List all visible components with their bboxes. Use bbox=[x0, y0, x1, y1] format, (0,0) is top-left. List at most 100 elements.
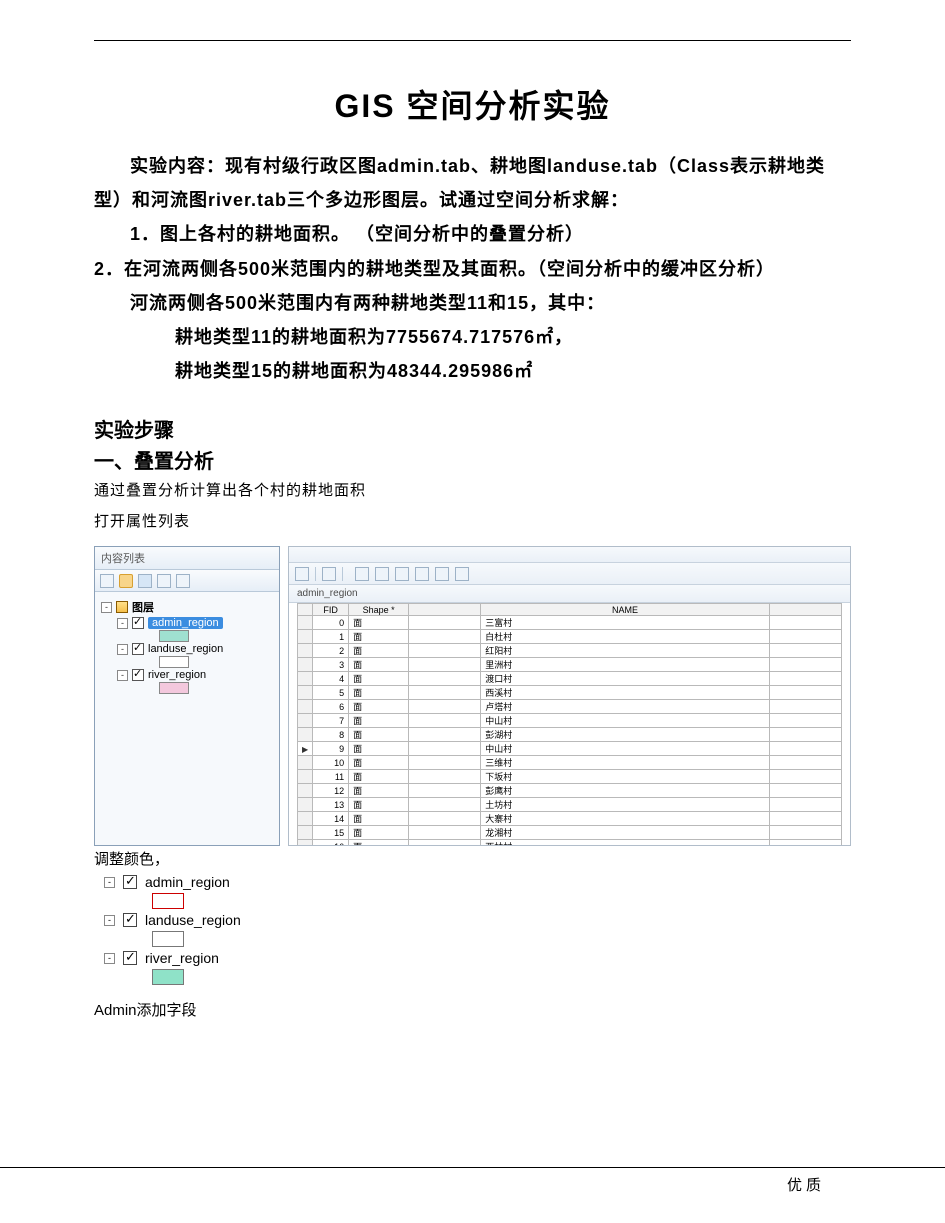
layer-landuse-region[interactable]: landuse_region bbox=[148, 643, 223, 655]
layer-admin-region[interactable]: admin_region bbox=[148, 617, 223, 629]
cell-empty bbox=[769, 700, 841, 714]
expand-icon[interactable]: - bbox=[117, 670, 128, 681]
toolbar-icon-5[interactable] bbox=[395, 567, 409, 581]
attr-titlebar bbox=[289, 547, 850, 563]
intro-label: 实验内容： bbox=[130, 156, 225, 176]
cell-fid: 8 bbox=[313, 728, 349, 742]
tool-icon-2[interactable] bbox=[176, 574, 190, 588]
cell-empty bbox=[769, 770, 841, 784]
cell-name: 彭湖村 bbox=[481, 728, 770, 742]
table-row[interactable]: 6面卢塔村 bbox=[298, 700, 842, 714]
toolbar-icon-1[interactable] bbox=[295, 567, 309, 581]
cell-shape: 面 bbox=[349, 616, 409, 630]
folder-icon[interactable] bbox=[119, 574, 133, 588]
footer-text: 优质 bbox=[787, 1178, 825, 1194]
table-row[interactable]: 10面三维村 bbox=[298, 756, 842, 770]
cell-name: 中山村 bbox=[481, 714, 770, 728]
table-row[interactable]: 12面彭鹰村 bbox=[298, 784, 842, 798]
attr-toolbar bbox=[289, 563, 850, 585]
row-marker bbox=[298, 630, 313, 644]
row-marker bbox=[298, 756, 313, 770]
legend-label-river: river_region bbox=[145, 950, 219, 966]
cell-empty bbox=[769, 798, 841, 812]
close-icon[interactable] bbox=[455, 567, 469, 581]
table-row[interactable]: 14面大寨村 bbox=[298, 812, 842, 826]
toolbar-icon-7[interactable] bbox=[435, 567, 449, 581]
expand-icon[interactable]: - bbox=[117, 644, 128, 655]
expand-icon[interactable]: - bbox=[104, 915, 115, 926]
cell-fid: 4 bbox=[313, 672, 349, 686]
cell-name: 西林村 bbox=[481, 840, 770, 846]
table-row[interactable]: 11面下坂村 bbox=[298, 770, 842, 784]
cell-empty bbox=[409, 812, 481, 826]
tool-icon-1[interactable] bbox=[157, 574, 171, 588]
row-marker bbox=[298, 672, 313, 686]
cell-shape: 面 bbox=[349, 728, 409, 742]
cell-empty bbox=[769, 840, 841, 846]
grid-col-empty bbox=[769, 604, 841, 616]
cell-empty bbox=[409, 770, 481, 784]
cell-empty bbox=[409, 728, 481, 742]
cell-name: 三富村 bbox=[481, 616, 770, 630]
grid-col-shape[interactable]: Shape * bbox=[349, 604, 409, 616]
list-icon[interactable] bbox=[100, 574, 114, 588]
cell-empty bbox=[409, 784, 481, 798]
legend-row-landuse: - landuse_region bbox=[94, 909, 851, 931]
table-row[interactable]: 2面红阳村 bbox=[298, 644, 842, 658]
row-marker bbox=[298, 700, 313, 714]
table-row[interactable]: 4面渡口村 bbox=[298, 672, 842, 686]
expand-icon[interactable]: - bbox=[104, 877, 115, 888]
toolbar-icon-6[interactable] bbox=[415, 567, 429, 581]
legend-checkbox[interactable] bbox=[123, 875, 137, 889]
table-row[interactable]: 16面西林村 bbox=[298, 840, 842, 846]
grid-col-name[interactable]: NAME bbox=[481, 604, 770, 616]
cell-empty bbox=[409, 686, 481, 700]
layer-checkbox[interactable] bbox=[132, 643, 144, 655]
cell-shape: 面 bbox=[349, 714, 409, 728]
cell-shape: 面 bbox=[349, 630, 409, 644]
legend-checkbox[interactable] bbox=[123, 913, 137, 927]
legend-checkbox[interactable] bbox=[123, 951, 137, 965]
legend-swatch-admin bbox=[152, 893, 184, 909]
attr-grid-wrap: FID Shape * NAME 0面三富村1面白杜村2面红阳村3面里洲村4面渡… bbox=[289, 603, 850, 845]
cell-fid: 3 bbox=[313, 658, 349, 672]
expand-icon[interactable]: - bbox=[101, 602, 112, 613]
question-2: 2．在河流两侧各500米范围内的耕地类型及其面积。（空间分析中的缓冲区分析） bbox=[94, 252, 851, 286]
cell-empty bbox=[769, 742, 841, 756]
layer-checkbox[interactable] bbox=[132, 617, 144, 629]
expand-icon[interactable]: - bbox=[104, 953, 115, 964]
cell-fid: 1 bbox=[313, 630, 349, 644]
cell-shape: 面 bbox=[349, 812, 409, 826]
table-row[interactable]: 7面中山村 bbox=[298, 714, 842, 728]
layer-icon[interactable] bbox=[138, 574, 152, 588]
table-row[interactable]: 8面 彭湖村 bbox=[298, 728, 842, 742]
cell-name: 卢塔村 bbox=[481, 700, 770, 714]
cell-shape: 面 bbox=[349, 686, 409, 700]
table-row[interactable]: 5面西溪村 bbox=[298, 686, 842, 700]
table-row[interactable]: 13面土坊村 bbox=[298, 798, 842, 812]
table-row[interactable]: 3面里洲村 bbox=[298, 658, 842, 672]
grid-col-fid[interactable]: FID bbox=[313, 604, 349, 616]
table-row[interactable]: 1面白杜村 bbox=[298, 630, 842, 644]
table-row[interactable]: 0面三富村 bbox=[298, 616, 842, 630]
layer-river-region[interactable]: river_region bbox=[148, 669, 206, 681]
cell-name: 里洲村 bbox=[481, 658, 770, 672]
expand-icon[interactable]: - bbox=[117, 618, 128, 629]
table-row[interactable]: 9面中山村 bbox=[298, 742, 842, 756]
cell-empty bbox=[769, 812, 841, 826]
cell-name: 土坊村 bbox=[481, 798, 770, 812]
cell-empty bbox=[769, 630, 841, 644]
layer-checkbox[interactable] bbox=[132, 669, 144, 681]
cell-fid: 14 bbox=[313, 812, 349, 826]
toolbar-icon-2[interactable] bbox=[322, 567, 336, 581]
toc-toolbar bbox=[95, 570, 279, 592]
toolbar-icon-3[interactable] bbox=[355, 567, 369, 581]
cell-name: 西溪村 bbox=[481, 686, 770, 700]
table-row[interactable]: 15面龙湘村 bbox=[298, 826, 842, 840]
cell-shape: 面 bbox=[349, 798, 409, 812]
cell-name: 三维村 bbox=[481, 756, 770, 770]
cell-shape: 面 bbox=[349, 700, 409, 714]
toc-panel: 内容列表 - 图层 - admin_region - bbox=[94, 546, 280, 846]
cell-fid: 9 bbox=[313, 742, 349, 756]
toolbar-icon-4[interactable] bbox=[375, 567, 389, 581]
